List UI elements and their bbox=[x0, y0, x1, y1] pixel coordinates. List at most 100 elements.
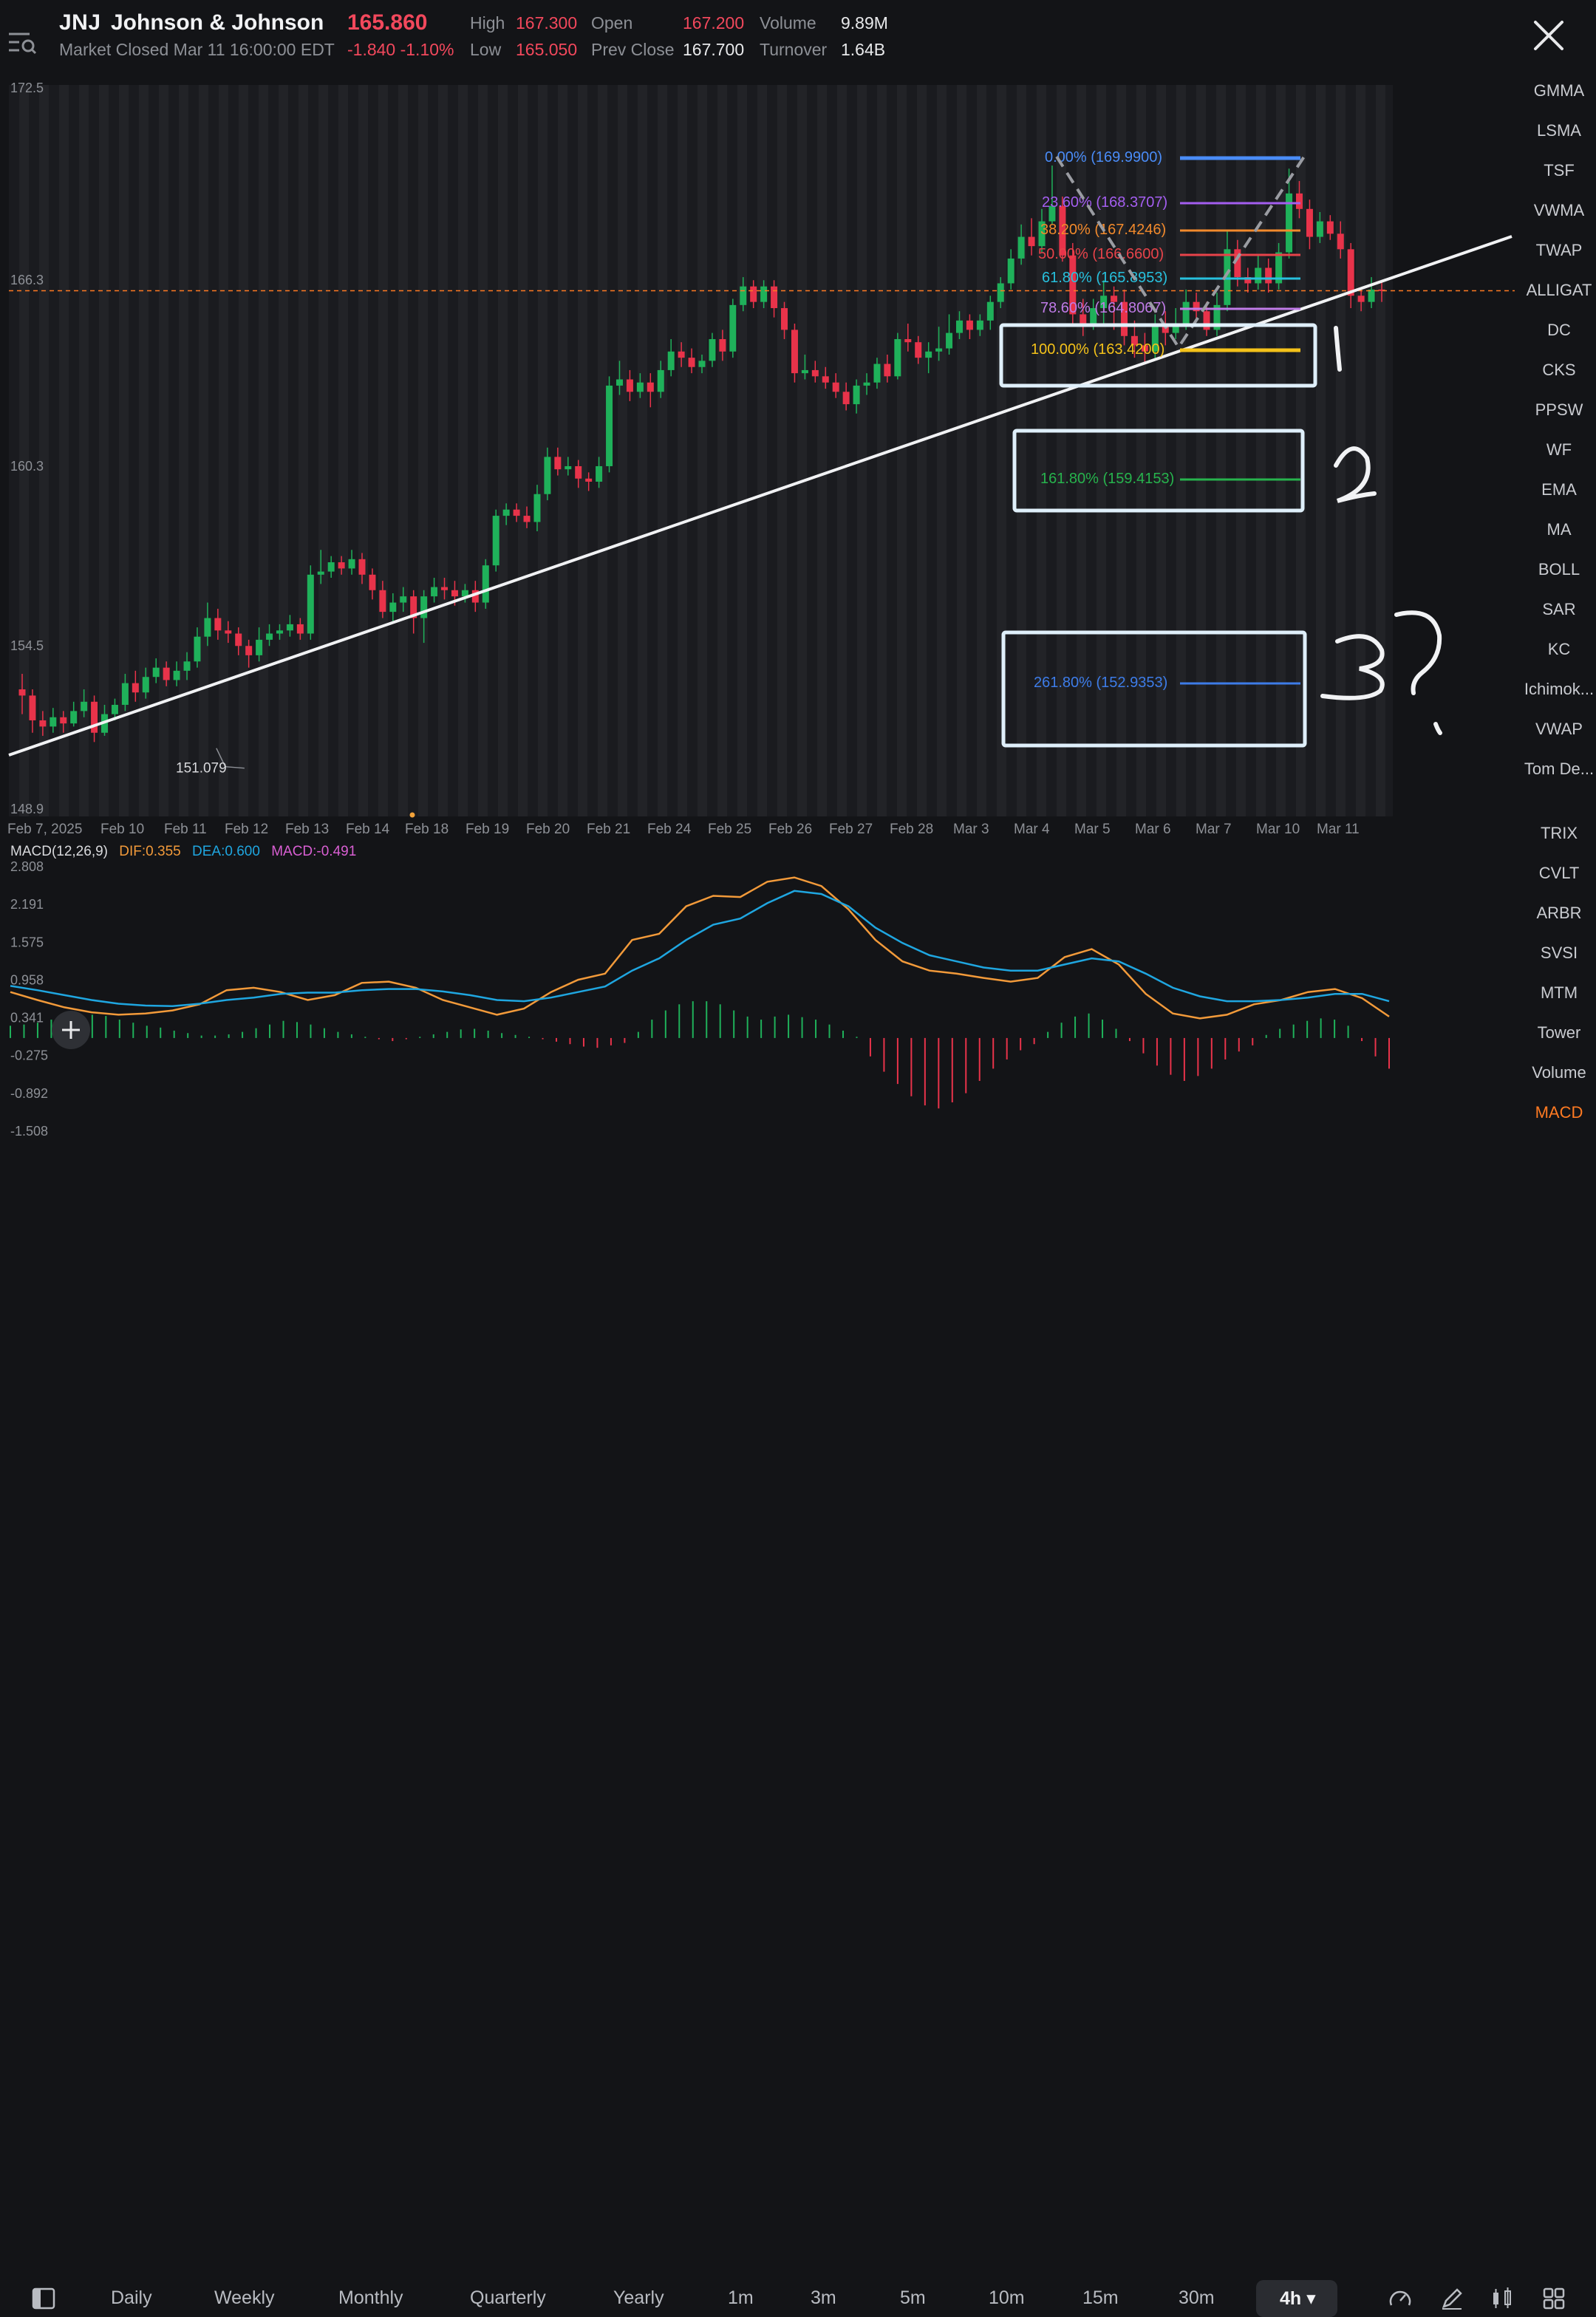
indicator-vwap[interactable]: VWAP bbox=[1522, 720, 1596, 739]
candle-body bbox=[596, 465, 603, 482]
macd-dif: DIF:0.355 bbox=[119, 844, 181, 859]
period-quarterly[interactable]: Quarterly bbox=[470, 2287, 546, 2309]
session-band bbox=[159, 85, 168, 816]
date-axis-tick: Feb 21 bbox=[587, 822, 630, 837]
candle-body bbox=[709, 338, 716, 361]
session-band bbox=[338, 85, 348, 816]
period-monthly[interactable]: Monthly bbox=[338, 2287, 403, 2309]
session-band bbox=[119, 85, 129, 816]
candle-body bbox=[1316, 221, 1323, 237]
session-band bbox=[99, 85, 109, 816]
indicator-ichimok[interactable]: Ichimok... bbox=[1522, 680, 1596, 699]
grid-layout-icon[interactable] bbox=[1541, 2286, 1566, 2311]
candle-body bbox=[791, 330, 798, 374]
indicator-twap[interactable]: TWAP bbox=[1522, 241, 1596, 260]
pen-draw-icon[interactable] bbox=[1439, 2286, 1464, 2311]
period-yearly[interactable]: Yearly bbox=[613, 2287, 664, 2309]
indicator-tomde[interactable]: Tom De... bbox=[1522, 760, 1596, 779]
period-15m[interactable]: 15m bbox=[1082, 2287, 1119, 2309]
date-axis-tick: Feb 13 bbox=[285, 822, 329, 837]
candle-body bbox=[492, 516, 499, 566]
crosshair-add-button[interactable] bbox=[52, 1011, 90, 1049]
session-band bbox=[179, 85, 188, 816]
candle-body bbox=[132, 683, 139, 693]
session-band bbox=[398, 85, 408, 816]
indicator-kc[interactable]: KC bbox=[1522, 640, 1596, 659]
indicator-mtm[interactable]: MTM bbox=[1522, 983, 1596, 1003]
indicator-wf[interactable]: WF bbox=[1522, 440, 1596, 460]
indicator-tsf[interactable]: TSF bbox=[1522, 161, 1596, 180]
indicator-macd[interactable]: MACD bbox=[1522, 1103, 1596, 1122]
indicator-trix[interactable]: TRIX bbox=[1522, 824, 1596, 843]
session-band bbox=[478, 85, 488, 816]
candlestick-type-icon[interactable] bbox=[1490, 2286, 1515, 2311]
candle-body bbox=[719, 338, 726, 352]
period-5m[interactable]: 5m bbox=[900, 2287, 926, 2309]
price-chart[interactable]: 172.5 166.3 160.3 154.5 148.9 Feb 7, 2025 Feb … bbox=[0, 0, 1515, 1138]
candle-body bbox=[296, 624, 304, 634]
session-band bbox=[1017, 85, 1026, 816]
close-icon[interactable] bbox=[1530, 16, 1568, 55]
session-band bbox=[1376, 85, 1385, 816]
candle-body bbox=[70, 711, 78, 724]
candle-body bbox=[1265, 267, 1272, 284]
candle-body bbox=[369, 574, 376, 590]
speedometer-icon[interactable] bbox=[1388, 2286, 1413, 2311]
date-axis-tick: Feb 28 bbox=[890, 822, 933, 837]
period-1m[interactable]: 1m bbox=[728, 2287, 754, 2309]
candle-body bbox=[801, 369, 808, 374]
indicator-sar[interactable]: SAR bbox=[1522, 600, 1596, 619]
candle-body bbox=[1203, 311, 1210, 330]
date-axis-tick: Mar 10 bbox=[1256, 822, 1300, 837]
candle-body bbox=[276, 630, 283, 634]
period-10m[interactable]: 10m bbox=[989, 2287, 1025, 2309]
indicator-ema[interactable]: EMA bbox=[1522, 480, 1596, 499]
indicator-alligat[interactable]: ALLIGAT bbox=[1522, 281, 1596, 300]
candle-body bbox=[832, 382, 839, 392]
session-band bbox=[797, 85, 807, 816]
candle-body bbox=[1306, 208, 1313, 237]
period-weekly[interactable]: Weekly bbox=[214, 2287, 275, 2309]
indicator-gmma[interactable]: GMMA bbox=[1522, 81, 1596, 100]
macd-title: MACD(12,26,9) bbox=[10, 844, 108, 859]
candle-body bbox=[183, 661, 191, 671]
indicator-cvlt[interactable]: CVLT bbox=[1522, 864, 1596, 883]
candle-body bbox=[740, 286, 747, 305]
session-band bbox=[717, 85, 727, 816]
session-band bbox=[837, 85, 847, 816]
indicator-ma[interactable]: MA bbox=[1522, 520, 1596, 539]
indicator-tower[interactable]: Tower bbox=[1522, 1023, 1596, 1043]
indicator-dc[interactable]: DC bbox=[1522, 321, 1596, 340]
candle-body bbox=[1357, 296, 1365, 302]
candle-body bbox=[884, 364, 891, 377]
indicator-boll[interactable]: BOLL bbox=[1522, 560, 1596, 579]
panel-toggle-icon[interactable] bbox=[31, 2286, 56, 2311]
plus-icon bbox=[62, 1021, 80, 1039]
candle-body bbox=[1255, 267, 1262, 284]
period-daily[interactable]: Daily bbox=[111, 2287, 152, 2309]
indicator-vwma[interactable]: VWMA bbox=[1522, 201, 1596, 220]
indicator-ppsw[interactable]: PPSW bbox=[1522, 400, 1596, 420]
candle-body bbox=[863, 382, 870, 386]
indicator-volume[interactable]: Volume bbox=[1522, 1063, 1596, 1082]
candle-body bbox=[729, 304, 737, 352]
session-band bbox=[1336, 85, 1346, 816]
session-band bbox=[558, 85, 567, 816]
indicator-lsma[interactable]: LSMA bbox=[1522, 121, 1596, 140]
candle-body bbox=[915, 342, 922, 358]
candle-body bbox=[667, 351, 675, 370]
candle-body bbox=[400, 596, 407, 603]
candle-body bbox=[1368, 289, 1375, 302]
macd-axis-tick: -0.275 bbox=[10, 1048, 48, 1063]
macd-axis-tick: 1.575 bbox=[10, 935, 44, 949]
candle-body bbox=[389, 602, 397, 612]
indicator-svsi[interactable]: SVSI bbox=[1522, 943, 1596, 963]
date-axis-tick: Feb 14 bbox=[346, 822, 390, 837]
candle-body bbox=[317, 571, 324, 575]
indicator-arbr[interactable]: ARBR bbox=[1522, 904, 1596, 923]
period-30m[interactable]: 30m bbox=[1179, 2287, 1215, 2309]
session-band bbox=[877, 85, 887, 816]
period-3m[interactable]: 3m bbox=[811, 2287, 836, 2309]
date-axis-tick: Feb 25 bbox=[708, 822, 751, 837]
indicator-cks[interactable]: CKS bbox=[1522, 361, 1596, 380]
